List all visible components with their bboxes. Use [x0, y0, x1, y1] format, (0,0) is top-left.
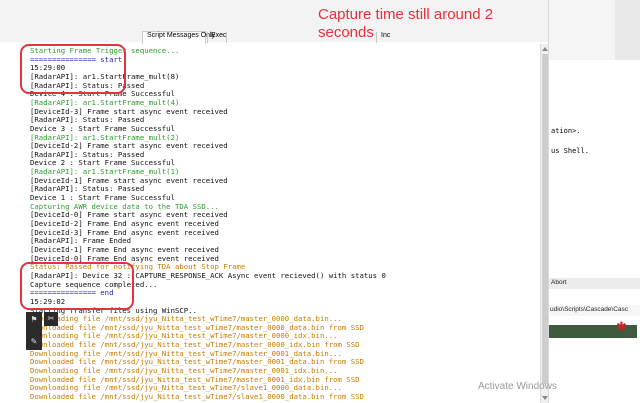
floating-dock: ⚑ ✎	[26, 312, 42, 350]
pen-icon[interactable]: ✎	[29, 337, 39, 347]
toolbar-separator	[226, 32, 227, 43]
right-panel-text-1: ation>.	[551, 127, 581, 135]
right-panel-text-2: us Shell.	[551, 147, 589, 155]
start-time-callout	[20, 44, 126, 94]
script-messages-only-label[interactable]: Script Messages Only	[147, 32, 215, 39]
annotation-note: Capture time still around 2 seconds	[318, 6, 494, 41]
right-panel-header-shade	[615, 0, 640, 60]
run-script-icon[interactable]: ✱	[616, 320, 627, 335]
console-line: Downloaded file /mnt/ssd/jyu_Nitta_test_…	[30, 392, 364, 401]
windows-activation-watermark: Activate Windows	[478, 381, 557, 392]
abort-button[interactable]: Abort	[551, 279, 567, 286]
floating-dock-secondary: ✂	[44, 312, 58, 326]
end-time-callout	[20, 262, 134, 310]
right-panel: ation>. us Shell. Abort udio\Scripts\Cas…	[548, 0, 640, 403]
abort-row: Abort	[549, 278, 640, 289]
capture-icon[interactable]: ⚑	[29, 315, 39, 325]
exec-label[interactable]: Exec	[211, 32, 227, 39]
toolbar-separator	[207, 32, 208, 43]
output-console[interactable]: Starting Frame Trigger sequence... ======…	[22, 44, 540, 403]
script-path-field[interactable]: udio\Scripts\Cascade\Casc	[549, 305, 640, 316]
script-path-text: udio\Scripts\Cascade\Casc	[550, 306, 629, 313]
snip-icon[interactable]: ✂	[46, 314, 56, 324]
